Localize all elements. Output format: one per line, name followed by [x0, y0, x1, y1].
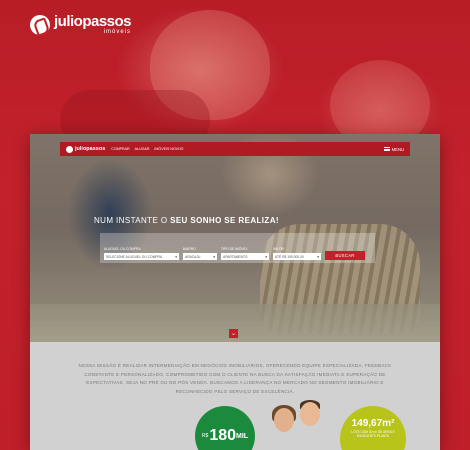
logo-icon [66, 145, 73, 153]
site-logo-text: juliopassos [75, 146, 106, 152]
select-tipo-imovel[interactable]: APARTAMENTO ▾ [221, 253, 269, 260]
couple-photo [270, 400, 330, 450]
field-label: ALUGUEL OU COMPRA [104, 247, 141, 251]
headline-bold: SEU SONHO SE REALIZA! [170, 216, 279, 225]
field-tipo-imovel: TIPO DE IMÓVEL APARTAMENTO ▾ [221, 247, 269, 260]
field-label: VALOR [273, 247, 284, 251]
chevron-down-icon: ▾ [317, 254, 319, 259]
field-valor: VALOR ATÉ R$ 150.000,00 ▾ [273, 247, 321, 260]
field-aluguel-compra: ALUGUEL OU COMPRA SELECIONE ALUGUEL OU C… [104, 247, 179, 260]
man-face [300, 402, 320, 426]
hero-overlay [30, 134, 440, 450]
website-mockup: juliopassos COMPRAR ALUGAR IMÓVEIS NOVOS… [30, 134, 440, 450]
field-bairro: BAIRRO ARACAJU ▾ [183, 247, 217, 260]
nav-item-imoveis-novos[interactable]: IMÓVEIS NOVOS [154, 147, 183, 151]
hamburger-icon [383, 147, 390, 151]
site-nav: COMPRAR ALUGAR IMÓVEIS NOVOS [111, 147, 183, 151]
search-button[interactable]: BUSCAR [325, 251, 365, 260]
brand-logo: juliopassos imóveis [30, 13, 132, 35]
area-subtitle: LOTE COM 30 m² DE ÁREA E EXCELENTE PLANT… [351, 430, 395, 438]
chevron-down-icon: ▾ [265, 254, 267, 259]
scroll-down-button[interactable]: ⌄ [229, 329, 238, 338]
chevron-down-icon: ▾ [175, 254, 177, 259]
price-currency: R$ [201, 433, 209, 439]
area-value: 149,67m² [351, 418, 395, 429]
select-bairro[interactable]: ARACAJU ▾ [183, 253, 217, 260]
woman-face [274, 408, 294, 432]
nav-item-alugar[interactable]: ALUGAR [135, 147, 150, 151]
select-value: APARTAMENTO [223, 254, 248, 259]
hero-headline: NUM INSTANTE O SEU SONHO SE REALIZA! [94, 216, 279, 225]
select-value: ATÉ R$ 150.000,00 [275, 254, 304, 259]
chevron-down-icon: ⌄ [230, 331, 237, 337]
brand-name: juliopassos [54, 13, 132, 30]
select-value: SELECIONE ALUGUEL OU COMPRA [106, 254, 163, 259]
menu-label: MENU [391, 146, 404, 152]
price-number: 180 [209, 427, 237, 444]
field-label: TIPO DE IMÓVEL [221, 247, 248, 251]
logo-icon [30, 14, 50, 35]
select-aluguel-compra[interactable]: SELECIONE ALUGUEL OU COMPRA ▾ [104, 253, 179, 260]
menu-button[interactable]: MENU [383, 146, 404, 152]
headline-text: NUM INSTANTE O [94, 216, 171, 225]
select-valor[interactable]: ATÉ R$ 150.000,00 ▾ [273, 253, 321, 260]
site-navbar: juliopassos COMPRAR ALUGAR IMÓVEIS NOVOS… [60, 142, 410, 156]
nav-item-comprar[interactable]: COMPRAR [111, 147, 129, 151]
brand-subtitle: imóveis [103, 29, 132, 35]
field-label: BAIRRO [183, 247, 196, 251]
search-form: ALUGUEL OU COMPRA SELECIONE ALUGUEL OU C… [100, 233, 375, 263]
chevron-down-icon: ▾ [213, 254, 215, 259]
site-logo[interactable]: juliopassos [66, 145, 106, 153]
select-value: ARACAJU [185, 254, 201, 259]
mission-text: NOSSA MISSÃO É REALIZAR INTERMEDIAÇÃO EM… [78, 363, 392, 394]
price-unit: MIL [236, 432, 249, 440]
